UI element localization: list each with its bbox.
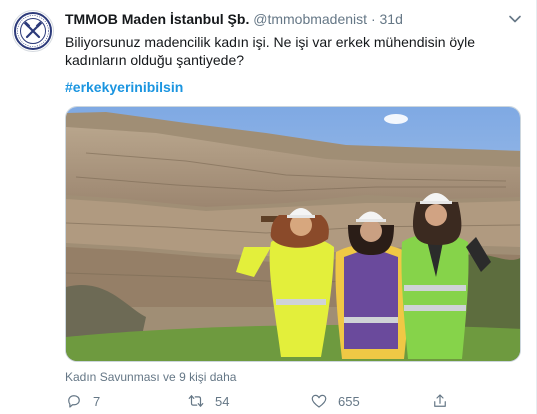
like-count: 655	[338, 393, 360, 409]
avatar[interactable]	[12, 10, 54, 52]
chamber-logo-icon	[14, 12, 52, 50]
hashtag-link[interactable]: #erkekyerinibilsin	[65, 79, 183, 95]
chevron-down-icon[interactable]	[508, 12, 522, 26]
author-handle[interactable]: @tmmobmadenist	[253, 11, 367, 27]
share-button[interactable]	[431, 392, 459, 410]
quarry-photo	[66, 107, 520, 361]
tweet-photo[interactable]	[65, 106, 521, 362]
like-button[interactable]: 655	[310, 392, 360, 410]
liked-by-context[interactable]: Kadın Savunması ve 9 kişi daha	[65, 370, 236, 384]
retweet-count: 54	[215, 393, 230, 409]
retweet-icon	[188, 395, 204, 407]
tweet[interactable]: TMMOB Maden İstanbul Şb. @tmmobmadenist …	[0, 0, 537, 414]
retweet-button[interactable]: 54	[187, 392, 229, 410]
reply-button[interactable]: 7	[65, 392, 100, 410]
tweet-time[interactable]: 31d	[380, 11, 403, 27]
heart-icon	[311, 394, 327, 408]
tweet-text: Biliyorsunuz madencilik kadın işi. Ne iş…	[65, 34, 476, 68]
reply-count: 7	[93, 393, 101, 409]
author-name[interactable]: TMMOB Maden İstanbul Şb.	[65, 11, 249, 27]
reply-icon	[68, 395, 80, 408]
share-icon	[434, 394, 446, 407]
separator-dot: ·	[370, 11, 376, 27]
tweet-actions: 7 54 655	[65, 392, 485, 412]
tweet-header: TMMOB Maden İstanbul Şb. @tmmobmadenist …	[65, 11, 403, 27]
